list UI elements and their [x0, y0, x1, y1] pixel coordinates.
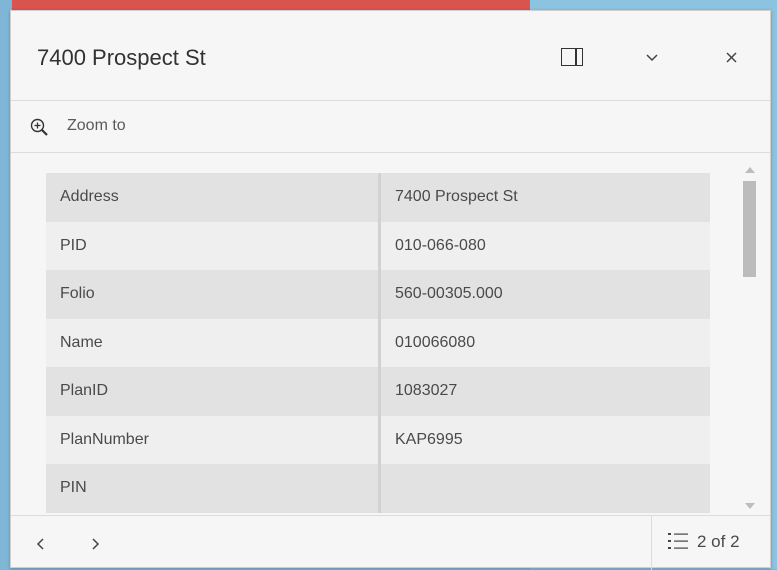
- scroll-down-arrow-icon[interactable]: [745, 503, 755, 509]
- attribute-key: PID: [46, 221, 381, 270]
- chevron-down-icon: [646, 54, 658, 62]
- table-row: PIN: [46, 464, 710, 513]
- chevron-left-icon: [36, 538, 44, 550]
- attribute-key: PlanNumber: [46, 415, 381, 464]
- close-button[interactable]: [717, 45, 747, 71]
- attribute-value: 010-066-080: [379, 221, 710, 270]
- scroll-up-arrow-icon[interactable]: [745, 167, 755, 173]
- table-row: Folio 560-00305.000: [46, 270, 710, 319]
- previous-feature-button[interactable]: [29, 532, 53, 556]
- table-row: PlanID 1083027: [46, 367, 710, 416]
- feature-count: 2 of 2: [697, 532, 740, 551]
- attribute-value: 560-00305.000: [379, 270, 710, 319]
- next-feature-button[interactable]: [83, 532, 107, 556]
- popup-header: 7400 Prospect St: [11, 11, 770, 101]
- zoom-to-label: Zoom to: [67, 117, 126, 134]
- attribute-value: 010066080: [379, 318, 710, 367]
- attribute-key: PlanID: [46, 367, 381, 416]
- attribute-key: Name: [46, 318, 381, 367]
- table-row: PlanNumber KAP6995: [46, 415, 710, 464]
- popup-actions: Zoom to: [11, 101, 770, 153]
- attribute-key: Address: [46, 173, 381, 222]
- zoom-in-icon: [30, 118, 48, 136]
- attribute-value: 7400 Prospect St: [379, 173, 710, 222]
- popup-title: 7400 Prospect St: [37, 45, 206, 70]
- attribute-value: KAP6995: [379, 415, 710, 464]
- attribute-value: [379, 464, 710, 513]
- attribute-key: PIN: [46, 464, 381, 513]
- table-row: Address 7400 Prospect St: [46, 173, 710, 222]
- feature-popup: 7400 Prospect St Zoom to Address 7400 Pr…: [10, 10, 771, 570]
- close-icon: [726, 52, 737, 63]
- table-row: Name 010066080: [46, 318, 710, 367]
- attribute-value: 1083027: [379, 367, 710, 416]
- list-icon: [668, 533, 688, 549]
- popup-content: Address 7400 Prospect St PID 010-066-080…: [11, 153, 770, 515]
- attribute-table: Address 7400 Prospect St PID 010-066-080…: [46, 173, 710, 513]
- content-scrollbar[interactable]: [739, 153, 761, 515]
- dock-button[interactable]: [557, 45, 587, 71]
- popup-footer: 2 of 2: [11, 515, 770, 570]
- footer-divider: [651, 516, 652, 570]
- scroll-thumb[interactable]: [743, 181, 756, 277]
- collapse-button[interactable]: [637, 45, 667, 71]
- table-row: PID 010-066-080: [46, 221, 710, 270]
- chevron-right-icon: [92, 538, 100, 550]
- attribute-key: Folio: [46, 270, 381, 319]
